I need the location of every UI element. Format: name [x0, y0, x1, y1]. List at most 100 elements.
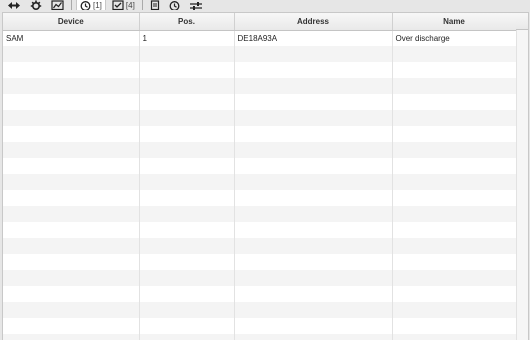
table-cell	[3, 222, 140, 238]
table-cell	[234, 334, 393, 340]
table-cell	[234, 222, 393, 238]
toolbar: [1] [4]	[0, 0, 530, 10]
table-cell	[392, 286, 517, 302]
table-cell	[392, 254, 517, 270]
empty-table-row	[3, 62, 517, 78]
table-cell	[139, 318, 235, 334]
table-cell	[392, 46, 517, 62]
vertical-scrollbar[interactable]	[516, 30, 528, 340]
table-cell: Over discharge	[392, 30, 517, 46]
table-cell	[139, 142, 235, 158]
table-cell	[234, 254, 393, 270]
table-cell	[3, 142, 140, 158]
table-cell	[3, 318, 140, 334]
toolbar-separator	[141, 0, 143, 10]
toolbar-button-log[interactable]	[147, 0, 163, 10]
table-cell	[3, 62, 140, 78]
toolbar-button-connect[interactable]	[4, 0, 24, 10]
table-cell	[234, 142, 393, 158]
table-cell	[234, 78, 393, 94]
table-cell	[392, 270, 517, 286]
empty-table-row	[3, 222, 517, 238]
table-cell	[3, 238, 140, 254]
arrows-icon	[8, 2, 20, 9]
sliders-icon	[189, 2, 202, 10]
table-cell	[139, 110, 235, 126]
table-cell	[392, 158, 517, 174]
table-cell	[139, 206, 235, 222]
empty-table-row	[3, 158, 517, 174]
toolbar-button-adjust[interactable]	[186, 0, 206, 10]
table-cell	[3, 174, 140, 190]
empty-table-row	[3, 190, 517, 206]
column-header-name[interactable]: Name	[392, 13, 517, 31]
table-cell	[3, 286, 140, 302]
events-count: [1]	[93, 1, 102, 10]
table-cell	[139, 46, 235, 62]
table-cell	[392, 94, 517, 110]
column-header-device[interactable]: Device	[3, 13, 140, 31]
table-cell	[3, 254, 140, 270]
toolbar-button-history[interactable]	[166, 0, 183, 10]
empty-table-row	[3, 142, 517, 158]
table-cell	[139, 190, 235, 206]
table-cell	[3, 78, 140, 94]
table-cell	[3, 46, 140, 62]
table-cell	[392, 318, 517, 334]
clock-icon	[169, 1, 180, 10]
events-panel: Device Pos. Address Name SAM 1 DE18A93A Ove…	[2, 12, 529, 340]
table-cell	[234, 318, 393, 334]
table-cell	[392, 302, 517, 318]
empty-table-row	[3, 78, 517, 94]
events-table: Device Pos. Address Name SAM 1 DE18A93A Ove…	[3, 13, 517, 340]
table-cell	[139, 286, 235, 302]
empty-table-row	[3, 318, 517, 334]
table-cell	[392, 334, 517, 340]
table-cell	[3, 126, 140, 142]
empty-table-row	[3, 126, 517, 142]
table-cell	[392, 222, 517, 238]
empty-table-row	[3, 302, 517, 318]
table-cell	[392, 238, 517, 254]
column-header-address[interactable]: Address	[234, 13, 393, 31]
checkbox-icon	[112, 0, 124, 10]
table-cell	[139, 302, 235, 318]
toolbar-button-settings[interactable]	[27, 0, 45, 10]
table-cell	[392, 190, 517, 206]
empty-table-row	[3, 94, 517, 110]
table-cell	[392, 206, 517, 222]
table-cell	[234, 286, 393, 302]
chart-icon	[51, 0, 64, 10]
table-cell: SAM	[3, 30, 140, 46]
table-row[interactable]: SAM 1 DE18A93A Over discharge	[3, 30, 517, 46]
table-cell: 1	[139, 30, 235, 46]
table-cell	[234, 302, 393, 318]
table-cell	[234, 270, 393, 286]
table-header-corner	[516, 13, 528, 30]
toolbar-tab-events[interactable]: [1]	[76, 0, 106, 10]
app-window: [1] [4] Device Pos. Address Name SAM 1 D…	[0, 0, 530, 340]
table-cell	[392, 174, 517, 190]
clock-icon	[80, 1, 91, 10]
table-cell	[139, 126, 235, 142]
table-cell	[234, 158, 393, 174]
table-cell	[139, 334, 235, 340]
empty-table-row	[3, 254, 517, 270]
table-cell	[139, 238, 235, 254]
empty-table-row	[3, 206, 517, 222]
checks-count: [4]	[125, 1, 135, 10]
table-cell	[392, 62, 517, 78]
toolbar-button-chart[interactable]	[48, 0, 67, 10]
table-cell	[392, 110, 517, 126]
table-cell	[3, 158, 140, 174]
column-header-pos[interactable]: Pos.	[139, 13, 235, 31]
empty-table-row	[3, 334, 517, 340]
table-cell	[3, 206, 140, 222]
table-cell	[139, 174, 235, 190]
table-cell	[234, 62, 393, 78]
document-icon	[150, 0, 159, 10]
empty-table-row	[3, 110, 517, 126]
toolbar-tab-checks[interactable]: [4]	[109, 0, 138, 10]
table-cell	[234, 126, 393, 142]
empty-table-row	[3, 238, 517, 254]
